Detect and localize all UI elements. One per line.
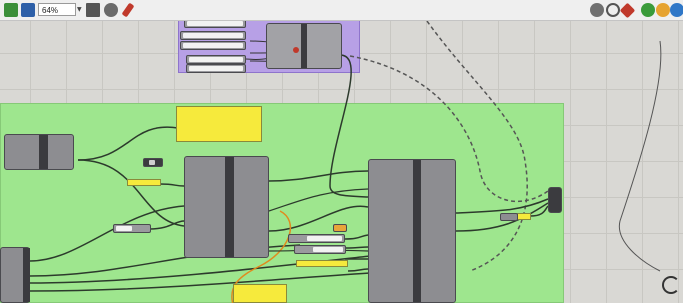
yellow-panel-small[interactable] (517, 213, 531, 220)
wire (268, 170, 369, 182)
paint-brush-icon[interactable] (121, 2, 135, 18)
center-component[interactable] (184, 156, 269, 258)
toggle-param[interactable] (113, 224, 151, 233)
number-slider[interactable] (184, 21, 246, 28)
zoom-dropdown[interactable]: 64% (38, 3, 76, 16)
save-icon[interactable] (4, 3, 18, 17)
output-param[interactable] (500, 213, 518, 221)
wire (268, 188, 369, 212)
number-slider[interactable] (186, 64, 246, 73)
wire (618, 40, 662, 272)
wire (347, 268, 369, 272)
orange-param[interactable] (333, 224, 347, 232)
wire (29, 205, 185, 262)
yellow-panel-small[interactable] (127, 179, 161, 186)
preview-off-icon[interactable] (590, 3, 604, 17)
bottom-yellow-panel[interactable] (233, 284, 287, 303)
bottom-left-component[interactable] (0, 247, 30, 303)
far-right-output-component[interactable] (548, 187, 562, 213)
preview-mode-icon[interactable] (104, 3, 118, 17)
material-icon[interactable] (641, 3, 655, 17)
number-slider[interactable] (180, 31, 246, 40)
wire (159, 183, 185, 187)
number-slider[interactable] (180, 41, 246, 50)
fit-view-icon[interactable] (86, 3, 100, 17)
top-cluster-component[interactable] (266, 23, 342, 69)
left-small-component[interactable] (4, 134, 74, 170)
wire (529, 205, 549, 217)
canvas-toolbar: 64% ▼ (0, 0, 683, 21)
right-main-component[interactable] (368, 159, 456, 303)
wireframe-icon[interactable] (606, 3, 620, 17)
sphere-icon[interactable] (670, 3, 683, 17)
wire (344, 234, 369, 240)
number-slider[interactable] (186, 55, 246, 64)
yellow-panel-small[interactable] (296, 260, 348, 267)
number-slider[interactable] (288, 234, 345, 243)
number-slider[interactable] (294, 245, 346, 254)
grasshopper-canvas[interactable] (0, 21, 683, 303)
wire (77, 159, 185, 227)
wire (77, 126, 179, 161)
top-yellow-panel[interactable] (176, 106, 262, 142)
chevron-down-icon[interactable]: ▼ (77, 6, 82, 13)
save-as-icon[interactable] (21, 3, 35, 17)
error-icon (293, 47, 299, 53)
rotate-view-icon[interactable] (662, 276, 680, 294)
colored-ball-icon[interactable] (656, 3, 670, 17)
param-capsule[interactable] (143, 158, 163, 167)
shaded-icon[interactable] (619, 2, 636, 19)
wire (344, 246, 369, 249)
wire (268, 205, 369, 232)
wire (329, 54, 369, 198)
